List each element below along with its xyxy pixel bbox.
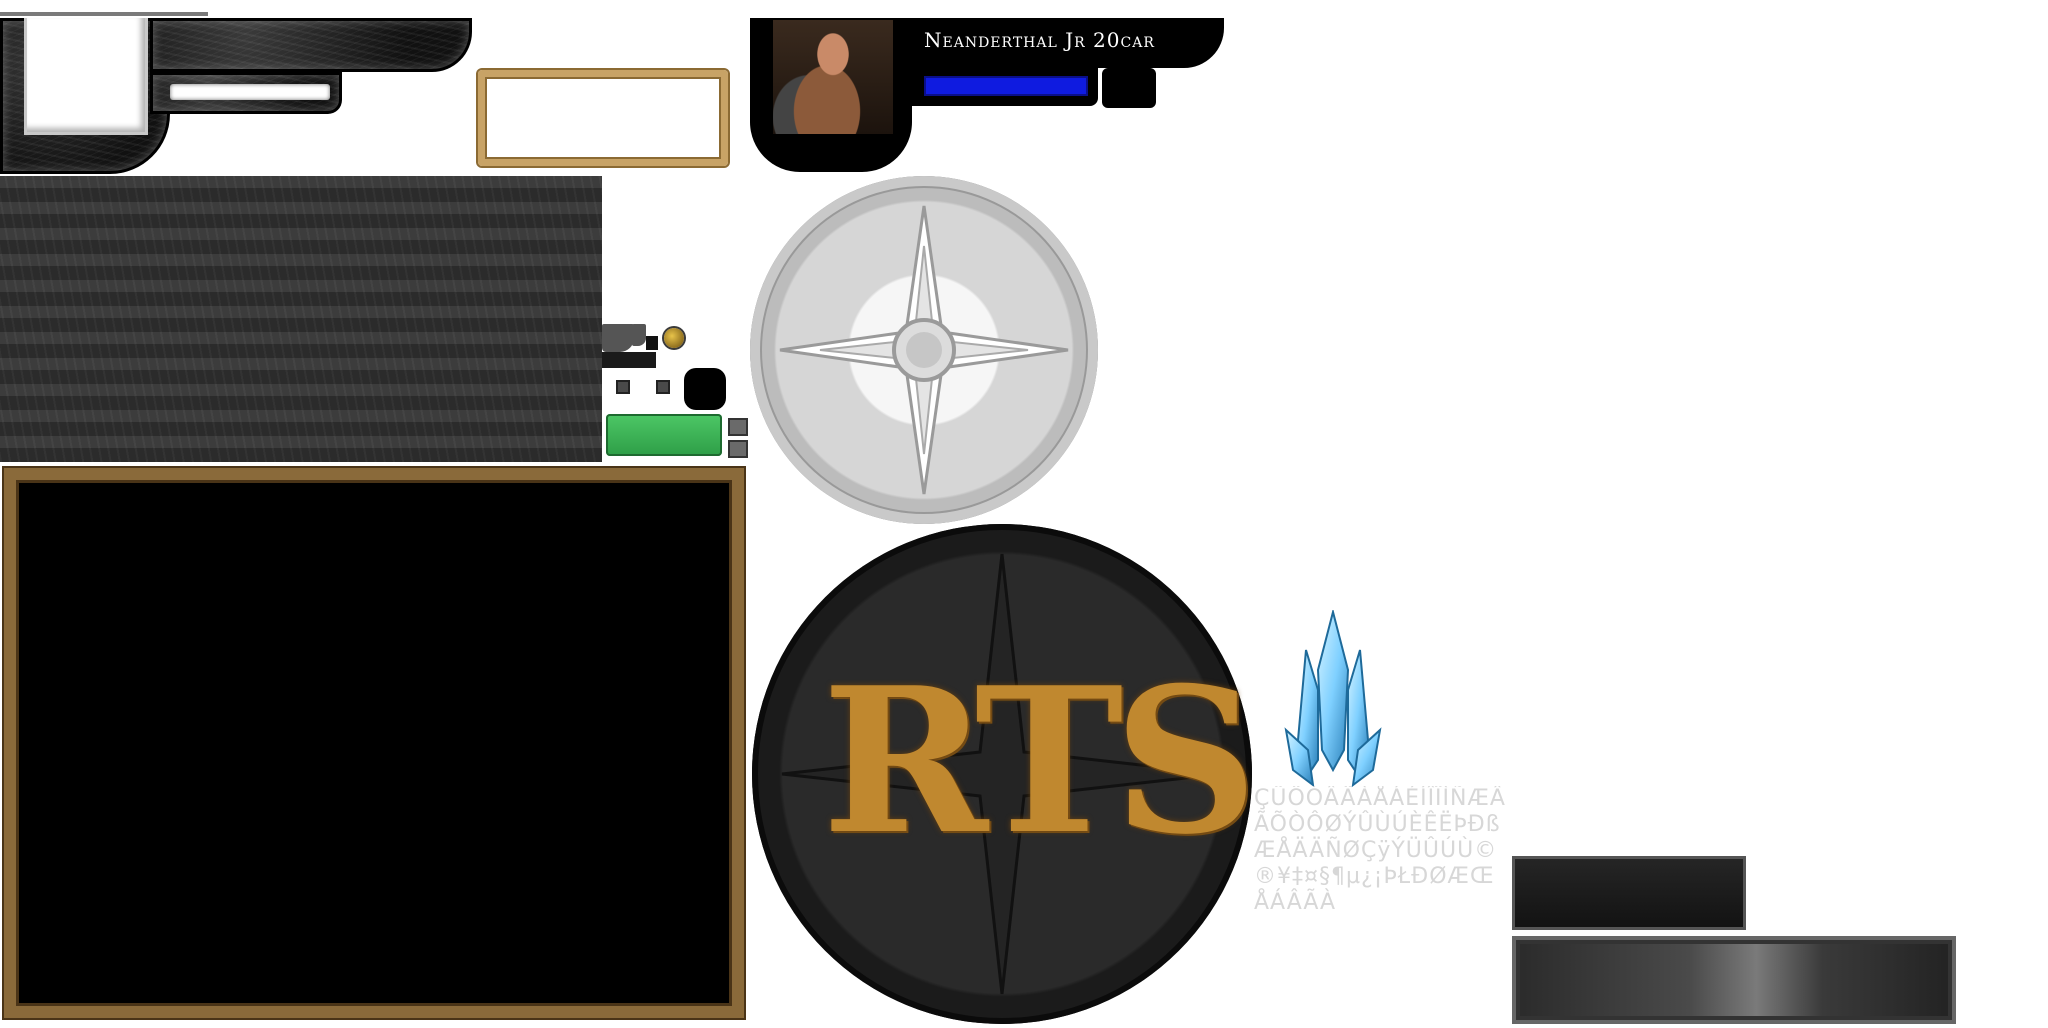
- metal-bar-panel: [1512, 936, 1956, 1024]
- shield-widget-notch: [646, 336, 658, 350]
- small-square-button[interactable]: [616, 380, 630, 394]
- minimap-frame[interactable]: [4, 468, 744, 1018]
- crystal-icon: [1278, 608, 1388, 790]
- compass-icon: [750, 176, 1098, 524]
- gold-orb-icon: [664, 328, 684, 348]
- mana-bar: [924, 76, 1088, 96]
- black-octagon-button[interactable]: [684, 368, 726, 410]
- dark-button-panel[interactable]: [1512, 856, 1746, 930]
- rts-logo-text: RTS: [822, 644, 1258, 879]
- player-name: Neanderthal Jr 20car: [924, 28, 1155, 52]
- stone-bracket-window: [24, 18, 148, 135]
- compass-star: [779, 205, 1069, 495]
- top-divider-line: [0, 12, 208, 16]
- shield-widget-small: [632, 324, 646, 346]
- stone-bracket-slot: [170, 84, 330, 100]
- player-portrait[interactable]: [773, 20, 893, 134]
- small-black-bar: [602, 352, 656, 368]
- mini-icon-button[interactable]: [728, 440, 748, 458]
- stone-striped-panel: [0, 176, 602, 462]
- font-glyph-atlas: ÇÜÖÓÂÄÀÅÁÉÍÎÏÌÑÆÂÃÕÒÔØÝÛÙÚÈÊËÞÐßÆÅÄÄÑØÇÿ…: [1254, 786, 1506, 915]
- small-square-button[interactable]: [656, 380, 670, 394]
- gold-frame-panel: [478, 70, 728, 166]
- shield-widget: [602, 324, 634, 352]
- mini-icon-button[interactable]: [728, 418, 748, 436]
- portrait-panel-side-button[interactable]: [1102, 68, 1156, 108]
- green-button[interactable]: [606, 414, 722, 456]
- stone-bracket-top: [150, 18, 472, 72]
